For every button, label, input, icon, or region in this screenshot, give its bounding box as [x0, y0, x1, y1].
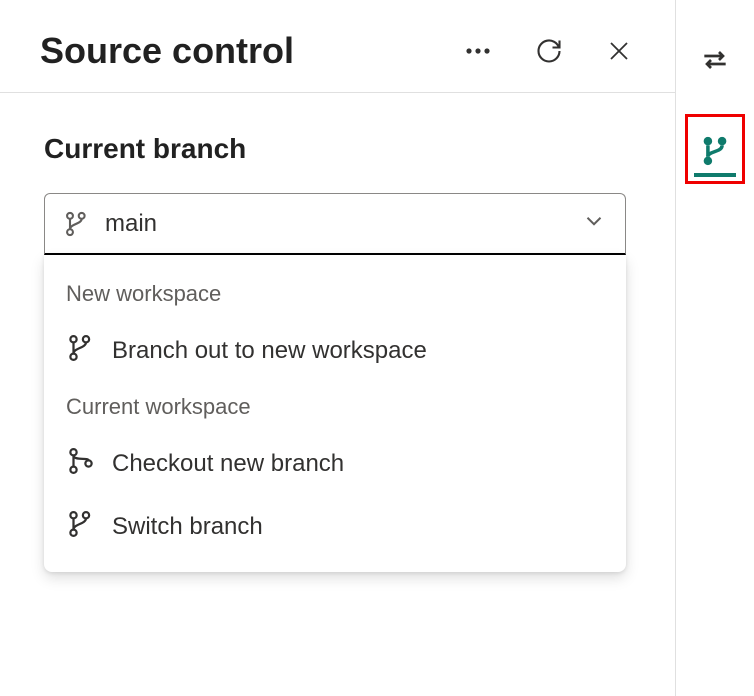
menu-item-label: Switch branch	[112, 513, 263, 541]
panel-header: Source control	[0, 0, 675, 93]
branch-icon	[63, 210, 91, 238]
more-icon	[465, 47, 491, 55]
close-icon	[607, 39, 631, 63]
right-rail	[676, 0, 754, 696]
header-controls	[461, 33, 635, 69]
menu-group-current-workspace: Current workspace	[44, 382, 626, 432]
active-indicator	[694, 173, 736, 177]
menu-item-checkout-new[interactable]: Checkout new branch	[44, 432, 626, 495]
current-branch-label: Current branch	[44, 133, 631, 165]
menu-item-label: Checkout new branch	[112, 450, 344, 478]
menu-group-new-workspace: New workspace	[44, 269, 626, 319]
source-control-icon	[698, 134, 732, 168]
rail-source-control-button-highlighted	[685, 114, 745, 184]
menu-item-branch-out[interactable]: Branch out to new workspace	[44, 319, 626, 382]
panel-content: Current branch main	[0, 93, 675, 295]
menu-item-label: Branch out to new workspace	[112, 337, 427, 365]
refresh-button[interactable]	[531, 33, 567, 69]
branch-dropdown-value: main	[105, 210, 581, 238]
branch-dropdown: main New workspace	[44, 193, 631, 255]
menu-item-switch-branch[interactable]: Switch branch	[44, 495, 626, 558]
branch-icon	[66, 509, 96, 544]
source-control-panel: Source control	[0, 0, 676, 696]
rail-swap-button[interactable]	[693, 38, 737, 82]
rail-source-control-button[interactable]	[698, 134, 732, 168]
branch-icon	[66, 333, 96, 368]
branch-new-icon	[66, 446, 96, 481]
panel-title: Source control	[40, 30, 294, 72]
more-button[interactable]	[461, 43, 495, 59]
branch-dropdown-trigger[interactable]: main	[44, 193, 626, 255]
refresh-icon	[535, 37, 563, 65]
swap-icon	[699, 44, 731, 76]
close-button[interactable]	[603, 35, 635, 67]
branch-dropdown-menu: New workspace Branch out to new workspac…	[44, 255, 626, 572]
chevron-down-icon	[581, 208, 607, 239]
